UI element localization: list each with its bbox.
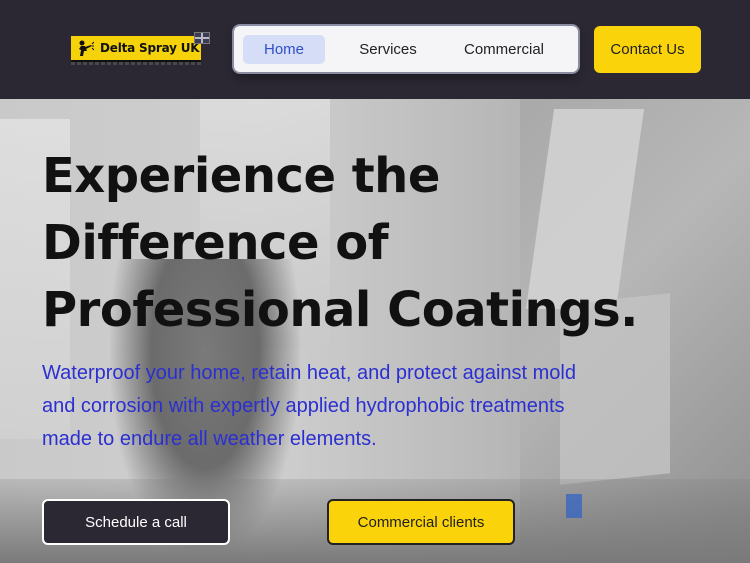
hero-title: Experience the Difference of Professiona… — [42, 143, 662, 344]
logo-tagline — [71, 62, 201, 65]
logo[interactable]: Delta Spray UK — [71, 36, 201, 65]
hero-title-line: Professional Coatings. — [42, 282, 638, 338]
schedule-call-button[interactable]: Schedule a call — [42, 499, 230, 545]
hero-subtitle-line: and corrosion with expertly applied hydr… — [42, 395, 565, 417]
hero-subtitle-line: Waterproof your home, retain heat, and p… — [42, 362, 576, 384]
nav-item-home[interactable]: Home — [243, 34, 325, 64]
nav-item-commercial[interactable]: Commercial — [449, 35, 559, 64]
site-header: Delta Spray UK Home Services Commercial … — [0, 0, 750, 99]
uk-flag-icon[interactable] — [194, 32, 210, 44]
hero-section: Experience the Difference of Professiona… — [0, 99, 750, 563]
commercial-clients-button[interactable]: Commercial clients — [327, 499, 515, 545]
nav-item-services[interactable]: Services — [346, 35, 430, 64]
hero-title-line: Experience the — [42, 148, 440, 204]
main-nav: Home Services Commercial — [234, 26, 578, 72]
hero-background-object — [566, 494, 582, 518]
contact-us-button[interactable]: Contact Us — [594, 26, 701, 73]
hero-title-line: Difference of — [42, 215, 389, 271]
hero-subtitle: Waterproof your home, retain heat, and p… — [42, 357, 642, 456]
hero-subtitle-line: made to endure all weather elements. — [42, 428, 377, 450]
logo-spray-icon — [76, 39, 94, 57]
logo-text: Delta Spray UK — [100, 41, 200, 55]
